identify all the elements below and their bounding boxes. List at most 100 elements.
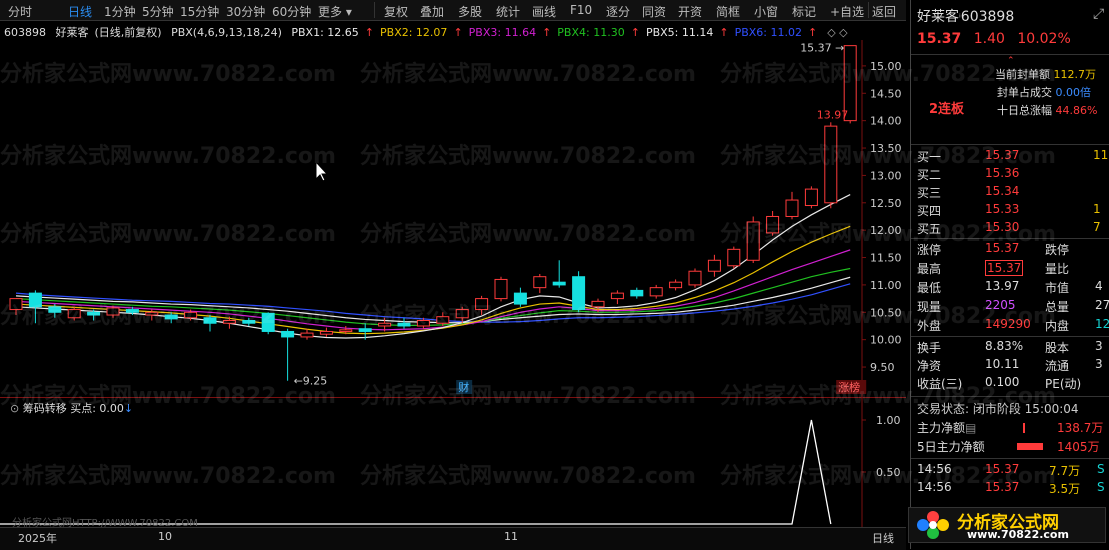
toolbar-item-11[interactable]: 统计: [496, 3, 520, 20]
candle-body: [766, 215, 780, 234]
stat-row: 最低 13.97 市值 4: [917, 279, 1107, 297]
period-toolbar: 分时 日线 1分钟 5分钟 15分钟 30分钟 60分钟 更多 ▾ 复权 叠加 多股 统计 画线 F10 逐…: [0, 0, 906, 21]
collapse-arrow-icon[interactable]: ⌃: [1007, 56, 1015, 66]
stat-value2: 12: [1095, 317, 1109, 331]
tick-volume: 7.7万: [1049, 464, 1081, 478]
five-day-label: 5日主力净额: [917, 440, 985, 454]
toolbar-item-7[interactable]: 更多 ▾: [318, 3, 352, 20]
y-tick-label-1: 14.50: [870, 87, 902, 100]
toolbar-item-0[interactable]: 分时: [8, 3, 32, 20]
y-tick-label-9: 10.50: [870, 306, 902, 319]
toolbar-item-21[interactable]: 返回: [872, 3, 896, 20]
stat2-row: 换手 8.83% 股本 3: [917, 339, 1107, 357]
limit-up-badge: 2连板: [929, 102, 965, 117]
toolbar-item-4[interactable]: 15分钟: [180, 3, 219, 20]
candle-body: [358, 328, 372, 332]
candle-body: [707, 259, 721, 272]
candle-body: [591, 300, 605, 308]
toolbar-item-18[interactable]: 小窗: [754, 3, 778, 20]
stat-label2: 跌停: [1045, 243, 1070, 257]
tick-row: 14:56 15.37 7.7万 S: [917, 462, 1107, 480]
period-indicator[interactable]: 日线: [872, 530, 894, 546]
bid-row[interactable]: 买四 15.33 1: [917, 202, 1107, 220]
main-net-label: 主力净额: [917, 421, 966, 435]
stat2-label: 换手: [917, 341, 942, 355]
bid-row[interactable]: 买三 15.34: [917, 184, 1107, 202]
toolbar-item-16[interactable]: 开资: [678, 3, 702, 20]
candle-body: [455, 309, 469, 319]
stat-value: 2205: [985, 298, 1016, 312]
stock-name: 好莱客: [55, 26, 89, 39]
stat2-value2: 3: [1095, 339, 1103, 353]
ma-line-PBX2: [15, 225, 851, 335]
toolbar-item-13[interactable]: F10: [570, 3, 592, 17]
tick-time: 14:56: [917, 480, 952, 494]
toolbar-item-9[interactable]: 叠加: [420, 3, 444, 20]
five-day-bar: [1017, 443, 1043, 450]
candle-body: [397, 322, 411, 327]
toolbar-item-19[interactable]: 标记: [792, 3, 816, 20]
high2-annotation: 13.97: [817, 108, 849, 121]
toolbar-item-10[interactable]: 多股: [458, 3, 482, 20]
site-logo: 分析家公式网 www.70822.com: [908, 507, 1106, 543]
tick-flag: S: [1097, 462, 1105, 476]
seal-ratio-value: 0.00倍: [1055, 86, 1092, 99]
toolbar-item-17[interactable]: 简框: [716, 3, 740, 20]
settings-icon[interactable]: ◇ ◇: [827, 26, 847, 39]
ten-day-value: 44.86%: [1055, 104, 1098, 117]
toolbar-item-2[interactable]: 1分钟: [104, 3, 136, 20]
toolbar-item-3[interactable]: 5分钟: [142, 3, 174, 20]
bid-row[interactable]: 买五 15.30 7: [917, 220, 1107, 238]
candle-body: [416, 320, 430, 327]
candle-body: [281, 330, 295, 338]
x-label-year: 2025年: [18, 532, 57, 545]
panel-stock-code: 603898: [960, 9, 1015, 25]
candle-body: [649, 287, 663, 297]
pbx-label-2: PBX2: 12.07: [380, 26, 448, 39]
stat2-label2: 流通: [1045, 359, 1070, 373]
candle-body: [164, 314, 178, 320]
stat-label: 涨停: [917, 243, 942, 257]
collapse-icon[interactable]: ⊙: [10, 402, 19, 415]
indicator-chart[interactable]: 1.00 0.50: [0, 398, 906, 528]
toolbar-item-14[interactable]: 逐分: [606, 3, 630, 20]
price-line: 15.37 1.40 10.02%: [917, 31, 1107, 49]
price-pct: 10.02%: [1017, 31, 1071, 47]
toolbar-item-15[interactable]: 同资: [642, 3, 666, 20]
candle-body: [494, 278, 508, 300]
toolbar-item-1[interactable]: 日线: [68, 3, 92, 20]
candle-body: [513, 292, 527, 305]
expand-icon[interactable]: ⤢: [1093, 6, 1104, 22]
panel-header: 好莱客ⁱ603898 ⤢: [917, 6, 1107, 25]
toolbar-item-5[interactable]: 30分钟: [226, 3, 265, 20]
seal-ratio-label: 封单占成交: [997, 86, 1052, 99]
toolbar-item-8[interactable]: 复权: [384, 3, 408, 20]
toolbar-item-20[interactable]: +自选: [830, 3, 864, 20]
bid-label: 买五: [917, 222, 942, 236]
toolbar-item-6[interactable]: 60分钟: [272, 3, 311, 20]
candlestick-chart[interactable]: 15.00 14.50 14.00 13.50 13.00 12.50 12.00 11.50…: [0, 40, 906, 398]
bid-price: 15.37: [985, 148, 1020, 162]
stat2-value2: 3: [1095, 357, 1103, 371]
stat-row: 涨停 15.37 跌停: [917, 241, 1107, 259]
stat-label2: 市值: [1045, 281, 1070, 295]
bid-price: 15.30: [985, 220, 1020, 234]
ten-day-label: 十日总涨幅: [997, 104, 1052, 117]
bid-row[interactable]: 买一 15.37 11: [917, 148, 1108, 166]
up-arrow-icon: ↑: [453, 26, 463, 39]
candle-body: [533, 276, 547, 289]
indicator-title-line: ⊙ 筹码转移 买点: 0.00↓: [10, 400, 133, 416]
bid-label: 买二: [917, 168, 942, 182]
toolbar-item-12[interactable]: 画线: [532, 3, 556, 20]
tick-volume: 3.5万: [1049, 482, 1081, 496]
stat2-label: 净资: [917, 359, 942, 373]
buy-point-label: 买点: 0.00: [70, 402, 124, 415]
five-day-value: 1405万: [1057, 440, 1100, 454]
stat-value: 149290: [985, 317, 1031, 331]
pbx-label-5: PBX5: 11.14: [645, 26, 714, 39]
indicator-name[interactable]: PBX(4,6,9,13,18,24): [171, 26, 282, 39]
stat2-value: 10.11: [985, 357, 1020, 371]
doc-icon[interactable]: ▤: [965, 421, 976, 435]
stock-code: 603898: [4, 26, 46, 39]
bid-row[interactable]: 买二 15.36: [917, 166, 1107, 184]
